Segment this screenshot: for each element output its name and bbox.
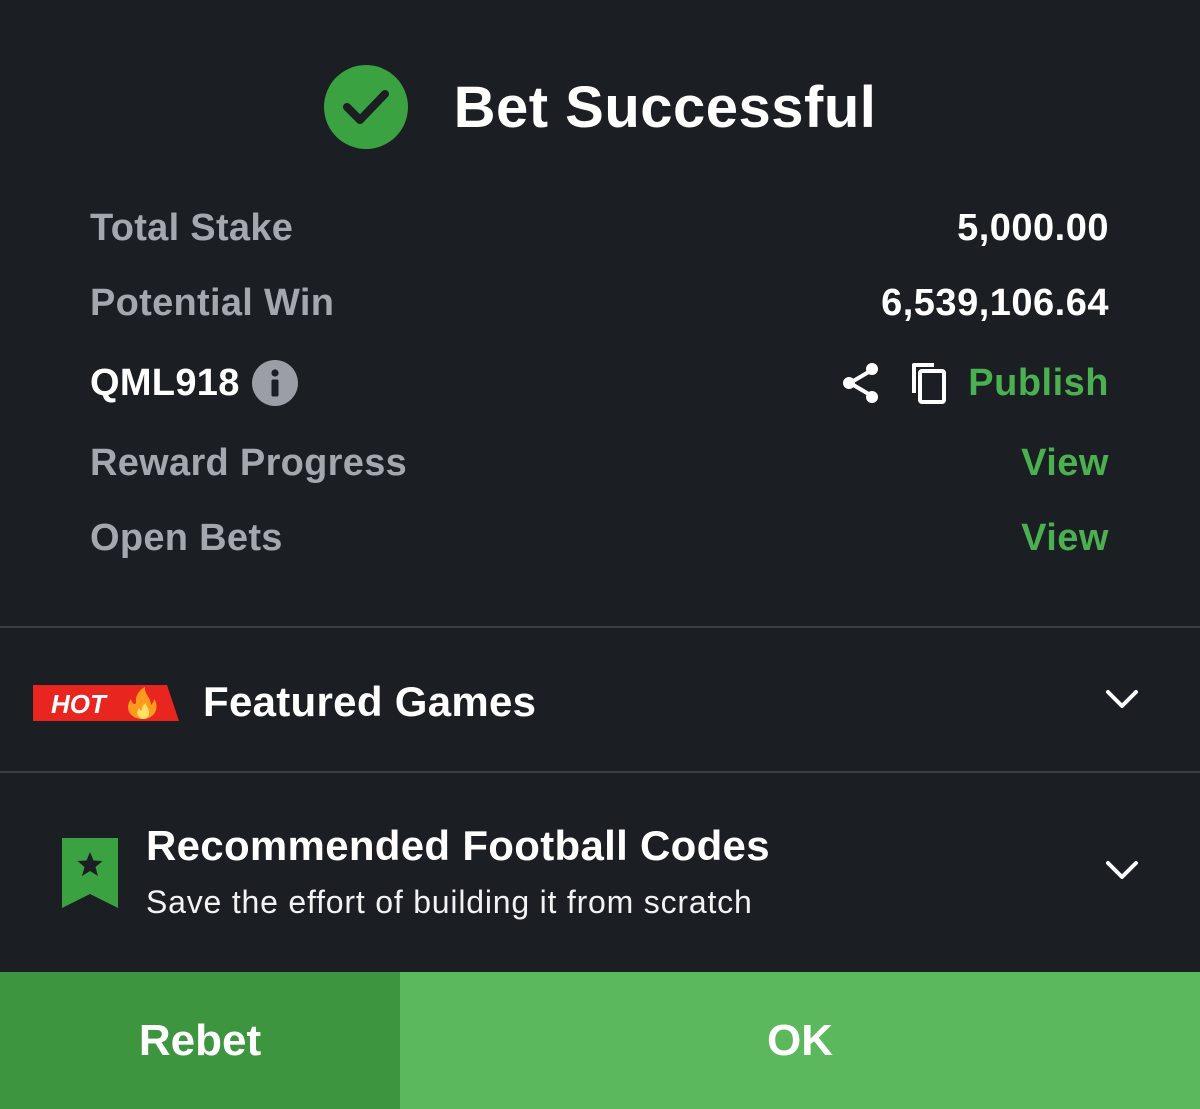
chevron-down-icon[interactable] <box>1104 687 1140 711</box>
divider <box>0 626 1200 628</box>
share-icon[interactable] <box>840 361 882 405</box>
open-bets-label: Open Bets <box>90 516 283 559</box>
total-stake-row: Total Stake 5,000.00 <box>90 198 1109 258</box>
recommended-codes-subtitle: Save the effort of building it from scra… <box>146 884 753 920</box>
page-title: Bet Successful <box>453 74 877 140</box>
featured-games-header[interactable]: Featured Games <box>0 672 1200 732</box>
potential-win-label: Potential Win <box>90 281 335 324</box>
check-circle-icon <box>323 65 408 149</box>
divider <box>0 771 1200 773</box>
potential-win-row: Potential Win 6,539,106.64 <box>90 273 1109 333</box>
booking-code: QML918 <box>90 361 240 404</box>
publish-button[interactable]: Publish <box>968 362 1109 405</box>
reward-progress-view-link[interactable]: View <box>1021 442 1109 485</box>
featured-games-title: Featured Games <box>203 678 537 725</box>
recommended-codes-title[interactable]: Recommended Football Codes <box>146 822 770 870</box>
total-stake-label: Total Stake <box>90 206 294 249</box>
potential-win-value: 6,539,106.64 <box>881 281 1109 324</box>
chevron-down-icon[interactable] <box>1104 858 1140 882</box>
copy-icon[interactable] <box>908 361 948 405</box>
open-bets-row: Open Bets View <box>90 508 1109 568</box>
booking-code-group: QML918 <box>90 360 298 406</box>
code-actions: Publish <box>840 361 1109 405</box>
total-stake-value: 5,000.00 <box>957 206 1109 249</box>
info-icon[interactable] <box>251 360 298 406</box>
reward-progress-label: Reward Progress <box>90 441 408 484</box>
rebet-button[interactable]: Rebet <box>0 972 400 1109</box>
success-header: Bet Successful <box>0 64 1200 150</box>
bookmark-star-icon <box>62 838 118 908</box>
reward-progress-row: Reward Progress View <box>90 433 1109 493</box>
bet-success-screen: Bet Successful Total Stake 5,000.00 Pote… <box>0 0 1200 1109</box>
bottom-action-bar: Rebet OK <box>0 972 1200 1109</box>
ok-button[interactable]: OK <box>400 972 1200 1109</box>
booking-code-row: QML918 Publish <box>90 353 1109 413</box>
open-bets-view-link[interactable]: View <box>1021 517 1109 560</box>
